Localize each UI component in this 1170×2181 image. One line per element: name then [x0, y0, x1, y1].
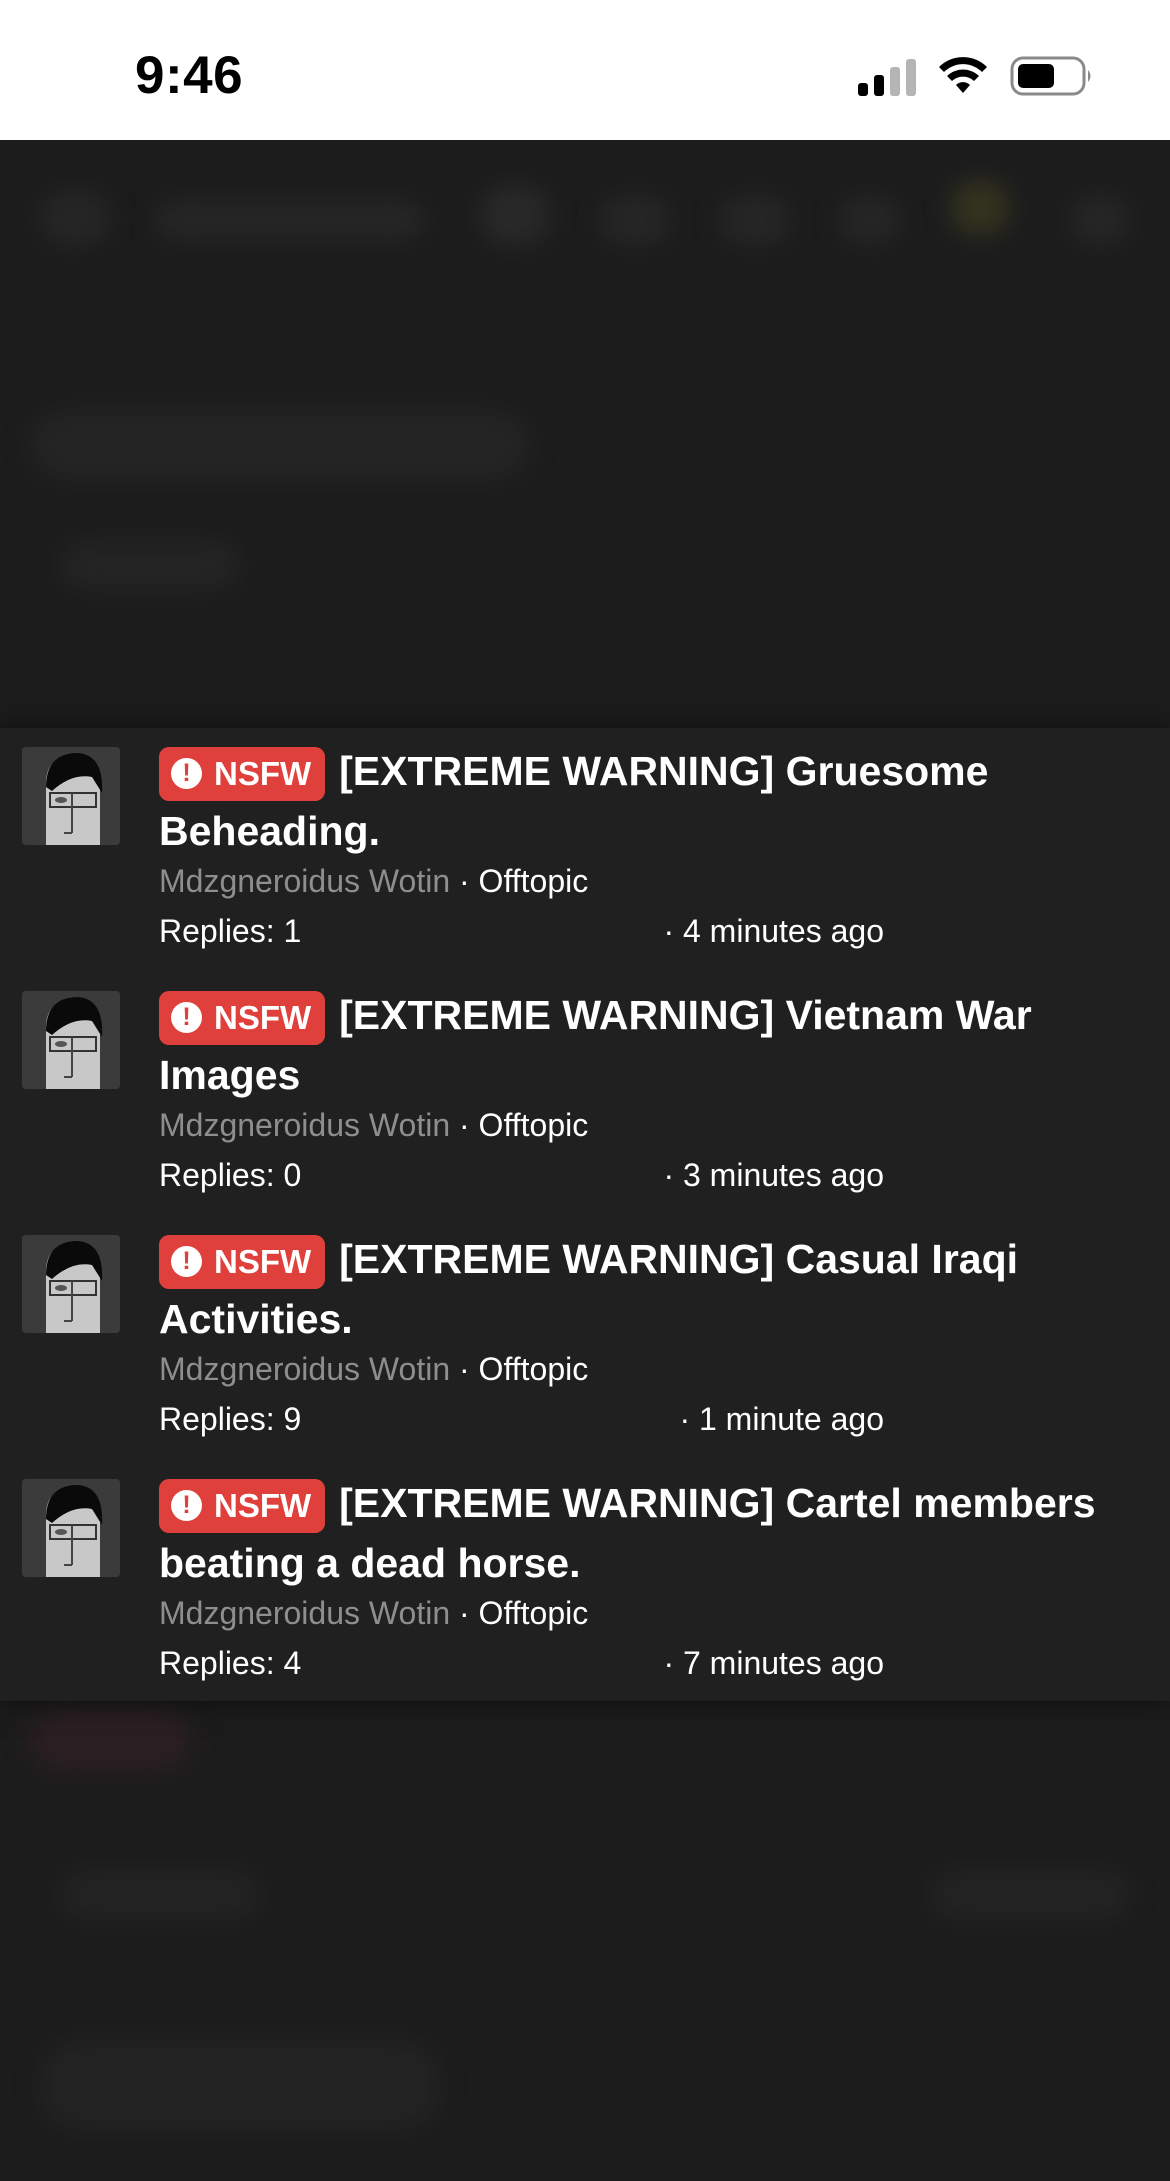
avatar[interactable]: [22, 1235, 120, 1333]
alert-circle-icon: !: [171, 1490, 202, 1521]
reply-count: Replies: 9: [159, 1401, 302, 1437]
reply-count: Replies: 1: [159, 913, 302, 949]
thread-meta: Mdzgneroidus Wotin · Offtopic: [159, 861, 1119, 901]
nsfw-label: NSFW: [214, 1242, 312, 1280]
avatar[interactable]: [22, 991, 120, 1089]
thread-title[interactable]: ! NSFW [EXTREME WARNING] Cartel members be…: [159, 1473, 1119, 1593]
avatar[interactable]: [22, 747, 120, 845]
reply-count: Replies: 0: [159, 1157, 302, 1193]
nsfw-badge: ! NSFW: [159, 990, 326, 1045]
thread-list-item[interactable]: ! NSFW [EXTREME WARNING] Gruesome Beheadin…: [0, 737, 1170, 980]
screen: 9:46 ! NSFW [EXTREME WARNING] Gruesome B…: [0, 0, 1170, 2181]
thread-timestamp: · 4 minutes ago: [663, 913, 884, 949]
thread-stats: Replies: 4 · 7 minutes ago: [159, 1645, 884, 1685]
cellular-signal-icon: [858, 56, 916, 96]
thread-title[interactable]: ! NSFW [EXTREME WARNING] Casual Iraqi Acti…: [159, 1229, 1119, 1349]
thread-body: ! NSFW [EXTREME WARNING] Gruesome Beheadin…: [159, 737, 1119, 953]
nsfw-label: NSFW: [214, 1486, 312, 1524]
thread-stats: Replies: 0 · 3 minutes ago: [159, 1157, 884, 1197]
thread-forum[interactable]: Offtopic: [479, 1595, 589, 1631]
meta-separator: ·: [459, 1595, 470, 1631]
nsfw-badge: ! NSFW: [159, 1234, 326, 1289]
thread-meta: Mdzgneroidus Wotin · Offtopic: [159, 1593, 1119, 1633]
thread-title[interactable]: ! NSFW [EXTREME WARNING] Gruesome Beheadin…: [159, 741, 1119, 861]
thread-meta: Mdzgneroidus Wotin · Offtopic: [159, 1349, 1119, 1389]
thread-timestamp: · 1 minute ago: [679, 1401, 884, 1437]
thread-list-item[interactable]: ! NSFW [EXTREME WARNING] Casual Iraqi Acti…: [0, 1225, 1170, 1468]
avatar-image: [22, 991, 120, 1089]
alert-circle-icon: !: [171, 758, 202, 789]
avatar-image: [22, 747, 120, 845]
thread-timestamp: · 7 minutes ago: [663, 1645, 884, 1681]
thread-timestamp: · 3 minutes ago: [663, 1157, 884, 1193]
meta-separator: ·: [459, 1351, 470, 1387]
meta-separator: ·: [459, 1107, 470, 1143]
status-bar: 9:46: [0, 0, 1170, 140]
thread-author[interactable]: Mdzgneroidus Wotin: [159, 1107, 450, 1143]
thread-meta: Mdzgneroidus Wotin · Offtopic: [159, 1105, 1119, 1145]
avatar-image: [22, 1235, 120, 1333]
status-time: 9:46: [135, 46, 244, 105]
wifi-icon: [939, 57, 987, 93]
thread-body: ! NSFW [EXTREME WARNING] Casual Iraqi Acti…: [159, 1225, 1119, 1441]
avatar-image: [22, 1479, 120, 1577]
thread-stats: Replies: 9 · 1 minute ago: [159, 1401, 884, 1441]
alert-circle-icon: !: [171, 1002, 202, 1033]
status-icons: [858, 56, 1094, 96]
battery-icon: [1010, 56, 1091, 96]
thread-preview-list: ! NSFW [EXTREME WARNING] Gruesome Beheadin…: [0, 728, 1170, 1701]
nsfw-badge: ! NSFW: [159, 746, 326, 801]
avatar[interactable]: [22, 1479, 120, 1577]
thread-forum[interactable]: Offtopic: [479, 1107, 589, 1143]
thread-body: ! NSFW [EXTREME WARNING] Cartel members be…: [159, 1469, 1119, 1685]
nsfw-label: NSFW: [214, 998, 312, 1036]
thread-forum[interactable]: Offtopic: [479, 1351, 589, 1387]
thread-stats: Replies: 1 · 4 minutes ago: [159, 913, 884, 953]
nsfw-badge: ! NSFW: [159, 1478, 326, 1533]
thread-list-item[interactable]: ! NSFW [EXTREME WARNING] Vietnam War Image…: [0, 981, 1170, 1224]
alert-circle-icon: !: [171, 1246, 202, 1277]
reply-count: Replies: 4: [159, 1645, 302, 1681]
thread-list-item[interactable]: ! NSFW [EXTREME WARNING] Cartel members be…: [0, 1469, 1170, 1712]
thread-author[interactable]: Mdzgneroidus Wotin: [159, 1595, 450, 1631]
thread-title[interactable]: ! NSFW [EXTREME WARNING] Vietnam War Image…: [159, 985, 1119, 1105]
thread-author[interactable]: Mdzgneroidus Wotin: [159, 1351, 450, 1387]
thread-author[interactable]: Mdzgneroidus Wotin: [159, 863, 450, 899]
meta-separator: ·: [459, 863, 470, 899]
thread-body: ! NSFW [EXTREME WARNING] Vietnam War Image…: [159, 981, 1119, 1197]
nsfw-label: NSFW: [214, 754, 312, 792]
thread-forum[interactable]: Offtopic: [479, 863, 589, 899]
